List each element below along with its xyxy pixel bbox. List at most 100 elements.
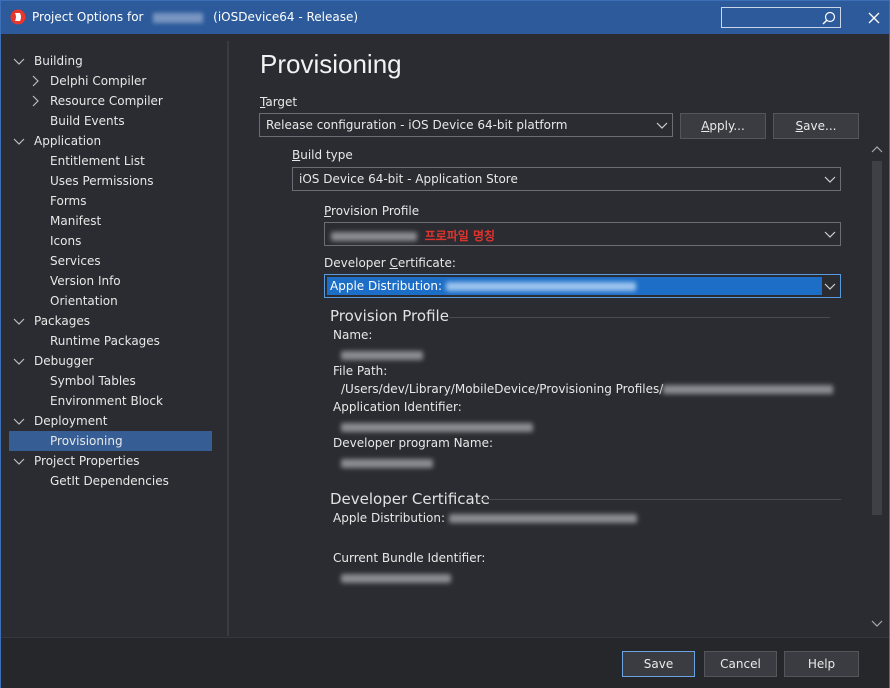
chevron-right-icon[interactable] xyxy=(29,95,41,107)
tree-item-label: GetIt Dependencies xyxy=(50,474,169,488)
scroll-down-icon[interactable] xyxy=(871,619,883,629)
chevron-down-icon[interactable] xyxy=(13,455,25,467)
section-divider xyxy=(480,499,841,500)
title-bar: Project Options for (iOSDevice64 - Relea… xyxy=(1,1,889,34)
tree-item-manifest[interactable]: Manifest xyxy=(9,211,212,231)
tree-item-application[interactable]: Application xyxy=(9,131,212,151)
file-path-value: /Users/dev/Library/MobileDevice/Provisio… xyxy=(341,382,834,396)
app-id-value-redacted xyxy=(341,420,533,434)
save-config-button[interactable]: Save... xyxy=(773,113,859,139)
chevron-down-icon xyxy=(824,231,836,238)
developer-certificate-select[interactable]: Apple Distribution: xyxy=(324,274,841,298)
help-button[interactable]: Help xyxy=(784,651,859,677)
scroll-up-icon[interactable] xyxy=(871,144,883,154)
dev-cert-label-rest: ertificate: xyxy=(397,256,456,270)
provision-profile-accel: P xyxy=(324,204,332,218)
provision-profile-label-rest: rovision Profile xyxy=(331,204,420,218)
provision-profile-label: Provision Profile xyxy=(324,204,419,218)
apply-rest: pply... xyxy=(709,119,745,133)
cancel-button[interactable]: Cancel xyxy=(704,651,777,677)
redacted-value xyxy=(341,574,451,583)
tree-item-label: Orientation xyxy=(50,294,118,308)
tree-item-label: Manifest xyxy=(50,214,102,228)
tree-item-services[interactable]: Services xyxy=(9,251,212,271)
chevron-down-icon[interactable] xyxy=(13,315,25,327)
tree-item-packages[interactable]: Packages xyxy=(9,311,212,331)
developer-certificate-section-heading: Developer Certificate xyxy=(330,490,490,508)
tree-item-forms[interactable]: Forms xyxy=(9,191,212,211)
panel-splitter[interactable] xyxy=(227,41,229,636)
tree-item-label: Delphi Compiler xyxy=(50,74,147,88)
tree-item-label: Services xyxy=(50,254,101,268)
provision-profile-value: 프로파일 명칭 xyxy=(331,227,495,244)
tree-item-label: Application xyxy=(34,134,102,148)
redacted-value xyxy=(341,423,533,432)
chevron-down-icon[interactable] xyxy=(13,135,25,147)
tree-item-provisioning[interactable]: Provisioning xyxy=(9,431,212,451)
developer-certificate-label: Developer Certificate: xyxy=(324,256,456,270)
search-icon xyxy=(822,11,836,25)
tree-item-uses-permissions[interactable]: Uses Permissions xyxy=(9,171,212,191)
tree-item-label: Symbol Tables xyxy=(50,374,136,388)
options-tree: Building Delphi Compiler Resource Compil… xyxy=(9,41,221,636)
chevron-right-icon[interactable] xyxy=(29,75,41,87)
tree-item-label: Runtime Packages xyxy=(50,334,160,348)
provision-profile-select[interactable]: 프로파일 명칭 xyxy=(324,222,841,246)
content-scrollbar[interactable] xyxy=(868,141,886,635)
build-type-value: iOS Device 64-bit - Application Store xyxy=(299,172,518,186)
tree-item-label: Icons xyxy=(50,234,82,248)
dev-cert-label-pre: Developer xyxy=(324,256,390,270)
chevron-down-icon[interactable] xyxy=(13,415,25,427)
build-type-select[interactable]: iOS Device 64-bit - Application Store xyxy=(292,167,841,191)
chevron-down-icon xyxy=(824,283,836,290)
redacted-certificate-name xyxy=(445,282,636,291)
target-value: Release configuration - iOS Device 64-bi… xyxy=(266,118,568,132)
tree-item-label: Environment Block xyxy=(50,394,163,408)
project-options-window: Project Options for (iOSDevice64 - Relea… xyxy=(0,0,890,688)
tree-item-label: Build Events xyxy=(50,114,125,128)
tree-item-symbol-tables[interactable]: Symbol Tables xyxy=(9,371,212,391)
chevron-down-icon[interactable] xyxy=(13,355,25,367)
tree-item-delphi-compiler[interactable]: Delphi Compiler xyxy=(9,71,212,91)
close-icon[interactable] xyxy=(867,11,881,25)
section-divider xyxy=(449,317,830,318)
tree-item-getit-dependencies[interactable]: GetIt Dependencies xyxy=(9,471,212,491)
tree-item-debugger[interactable]: Debugger xyxy=(9,351,212,371)
tree-item-deployment[interactable]: Deployment xyxy=(9,411,212,431)
target-label-rest: arget xyxy=(265,95,298,109)
chevron-down-icon[interactable] xyxy=(13,55,25,67)
page-title: Provisioning xyxy=(260,49,402,79)
tree-item-label: Resource Compiler xyxy=(50,94,163,108)
apply-button[interactable]: Apply... xyxy=(680,113,766,139)
tree-item-resource-compiler[interactable]: Resource Compiler xyxy=(9,91,212,111)
tree-item-runtime-packages[interactable]: Runtime Packages xyxy=(9,331,212,351)
file-path-label: File Path: xyxy=(333,364,388,378)
tree-item-building[interactable]: Building xyxy=(9,51,212,71)
title-search-input[interactable] xyxy=(721,7,841,28)
target-select[interactable]: Release configuration - iOS Device 64-bi… xyxy=(259,113,673,137)
window-title-prefix: Project Options for xyxy=(32,10,144,24)
tree-item-label: Entitlement List xyxy=(50,154,145,168)
dev-program-value-redacted xyxy=(341,456,433,470)
build-type-label: Build type xyxy=(292,148,353,162)
window-title: Project Options for (iOSDevice64 - Relea… xyxy=(32,10,358,24)
save-config-rest: ave... xyxy=(803,119,837,133)
chevron-down-icon xyxy=(656,122,668,129)
tree-item-version-info[interactable]: Version Info xyxy=(9,271,212,291)
redacted-file-name xyxy=(663,385,834,394)
scrollbar-thumb[interactable] xyxy=(872,161,882,515)
tree-item-label: Building xyxy=(34,54,83,68)
tree-item-label: Project Properties xyxy=(34,454,140,468)
tree-item-environment-block[interactable]: Environment Block xyxy=(9,391,212,411)
tree-item-project-properties[interactable]: Project Properties xyxy=(9,451,212,471)
tree-item-entitlement-list[interactable]: Entitlement List xyxy=(9,151,212,171)
tree-item-label: Provisioning xyxy=(50,434,123,448)
developer-program-name-label: Developer program Name: xyxy=(333,436,494,450)
provision-profile-section-heading: Provision Profile xyxy=(330,307,449,325)
current-bundle-identifier-label: Current Bundle Identifier: xyxy=(333,551,486,565)
tree-item-orientation[interactable]: Orientation xyxy=(9,291,212,311)
tree-item-build-events[interactable]: Build Events xyxy=(9,111,212,131)
tree-item-icons[interactable]: Icons xyxy=(9,231,212,251)
tree-item-label: Debugger xyxy=(34,354,94,368)
save-button[interactable]: Save xyxy=(622,651,695,677)
